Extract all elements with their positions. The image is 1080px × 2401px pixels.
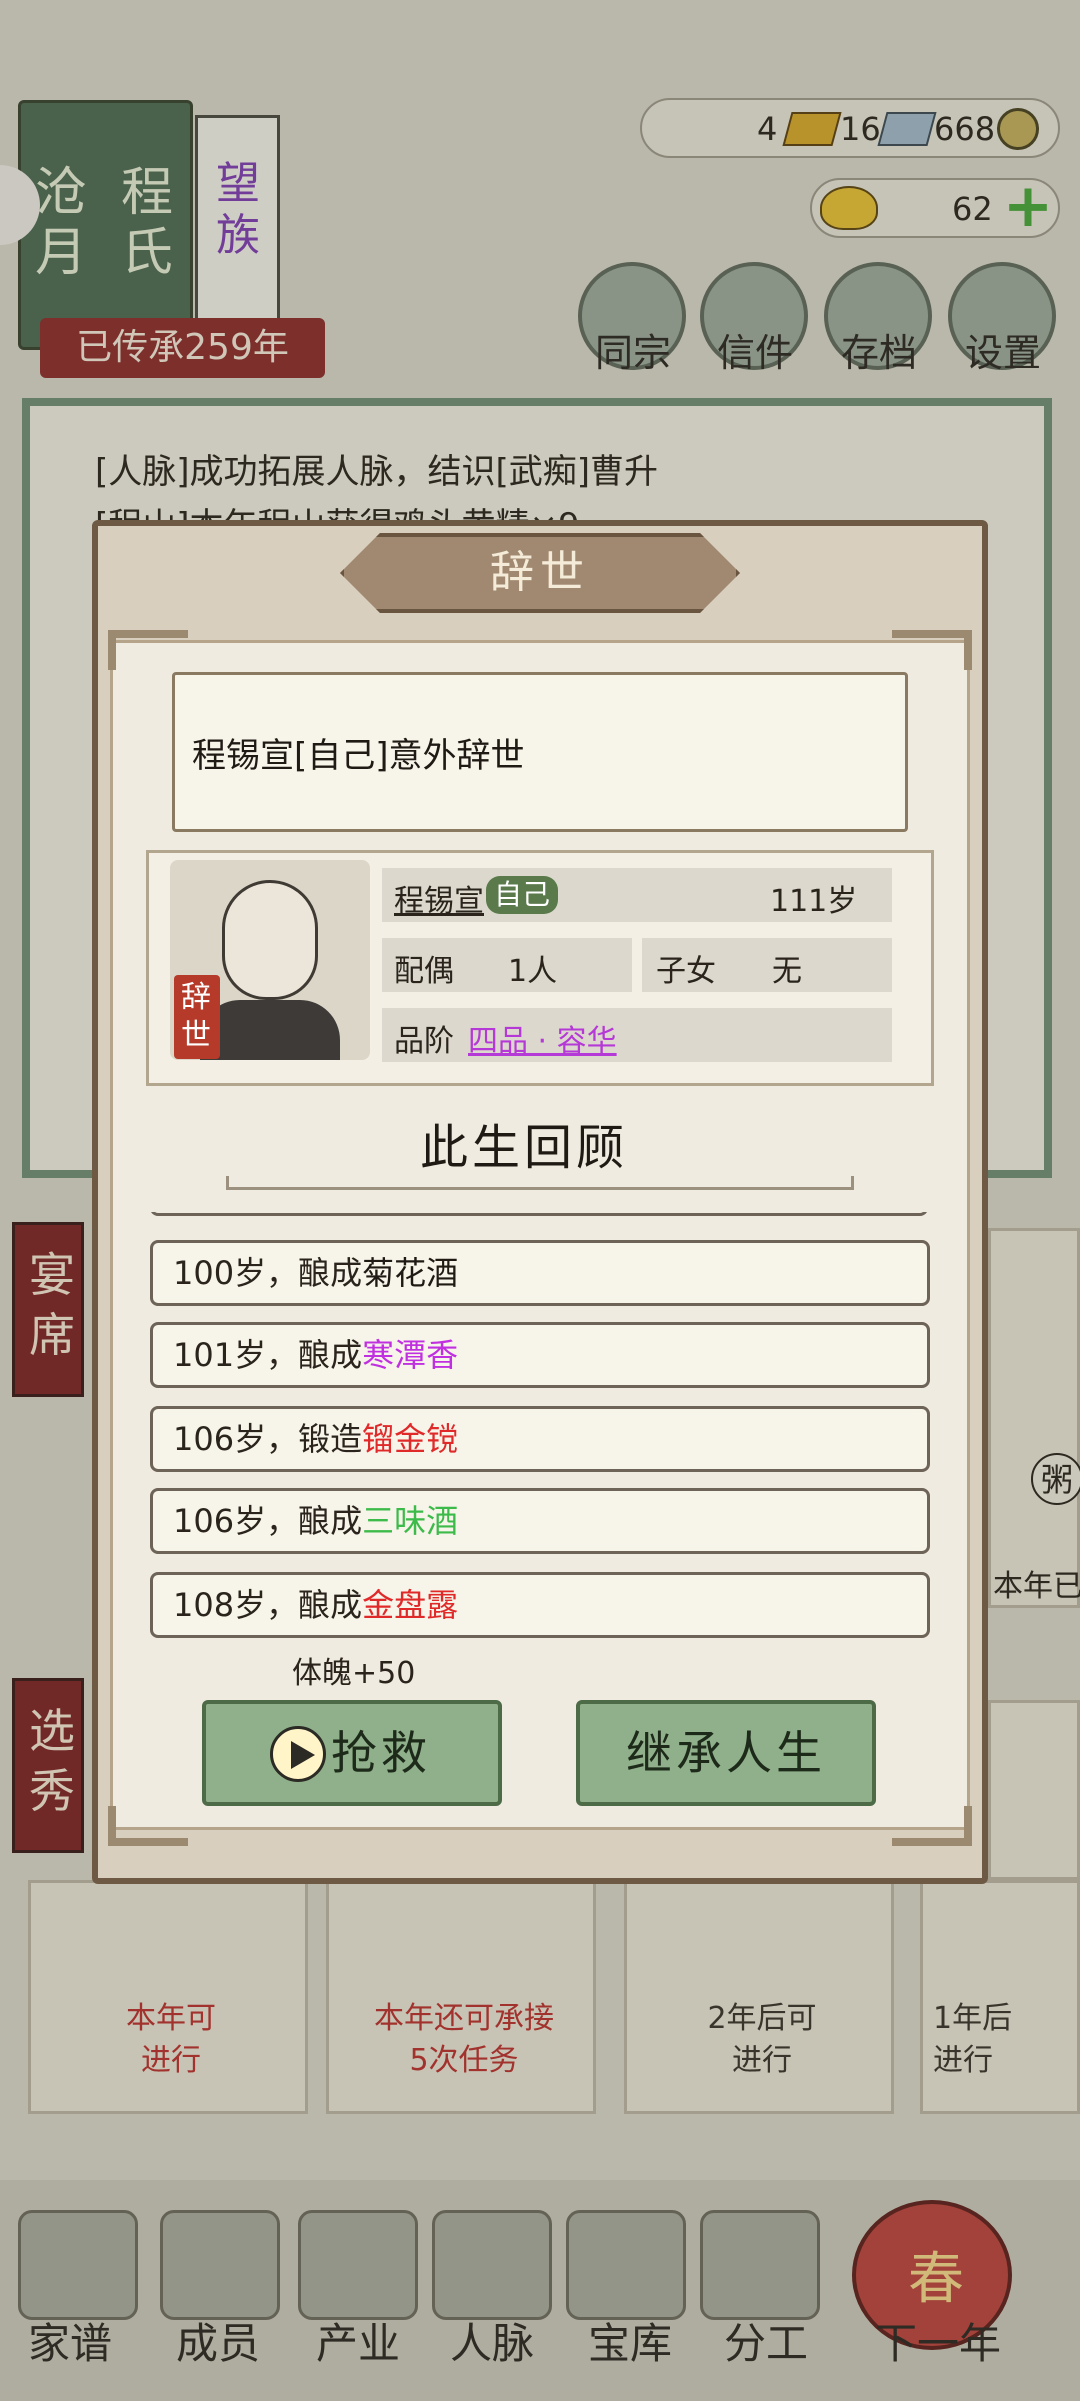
- event-item-name: 镏金镋: [362, 1420, 459, 1458]
- spouse-label: 配偶: [394, 954, 454, 989]
- self-badge: 自己: [486, 876, 559, 914]
- rescue-button[interactable]: 抢救: [202, 1700, 502, 1806]
- rank-row: [382, 1008, 892, 1062]
- dialog-title: 辞世: [490, 547, 590, 598]
- review-divider: [226, 1176, 854, 1190]
- life-review-title: 此生回顾: [420, 1120, 629, 1176]
- profile-name: 程锡宣: [394, 884, 484, 919]
- bonus-text: 体魄+50: [292, 1656, 416, 1691]
- event-action: ，酿成: [266, 1586, 363, 1624]
- life-event-item: 100岁，酿成菊花酒: [150, 1240, 930, 1306]
- rank-label: 品阶: [394, 1024, 454, 1059]
- inherit-life-button[interactable]: 继承人生: [576, 1700, 876, 1806]
- rank-value-link[interactable]: 四品 · 容华: [468, 1016, 617, 1060]
- deceased-tag: 辞世: [174, 975, 220, 1059]
- list-top-edge: [150, 1212, 928, 1216]
- frame-corner-bl: [108, 1806, 188, 1846]
- event-age: 106岁: [173, 1420, 267, 1458]
- portrait-head: [222, 880, 318, 1000]
- death-notice-text: 程锡宣[自己]意外辞世: [192, 736, 525, 776]
- event-age: 106岁: [173, 1502, 267, 1540]
- event-age: 101岁: [173, 1336, 267, 1374]
- life-event-item: 108岁，酿成金盘露: [150, 1572, 930, 1638]
- life-event-list[interactable]: 100岁，酿成菊花酒 101岁，酿成寒潭香 106岁，锻造镏金镋 106岁，酿成…: [148, 1212, 932, 1642]
- frame-corner-br: [892, 1806, 972, 1846]
- event-age: 100岁: [173, 1254, 267, 1292]
- frame-corner-tr: [892, 630, 972, 670]
- frame-corner-tl: [108, 630, 188, 670]
- profile-age: 111岁: [770, 884, 858, 919]
- life-event-item: 106岁，酿成三味酒: [150, 1488, 930, 1554]
- deceased-tag-label: 辞世: [181, 980, 211, 1053]
- event-action: ，酿成: [266, 1254, 363, 1292]
- event-age: 108岁: [173, 1586, 267, 1624]
- life-event-item: 106岁，锻造镏金镋: [150, 1406, 930, 1472]
- event-item-name: 寒潭香: [362, 1336, 459, 1374]
- children-label: 子女: [656, 954, 716, 989]
- spouse-value: 1人: [508, 954, 558, 989]
- children-value: 无: [772, 954, 802, 989]
- event-item-name: 金盘露: [362, 1586, 459, 1624]
- event-action: ，酿成: [266, 1336, 363, 1374]
- event-action: ，酿成: [266, 1502, 363, 1540]
- life-event-item: 101岁，酿成寒潭香: [150, 1322, 930, 1388]
- portrait-body: [200, 1000, 340, 1060]
- event-item-name: 菊花酒: [362, 1254, 459, 1292]
- event-item-name: 三味酒: [362, 1502, 459, 1540]
- rescue-button-label: 抢救: [331, 1726, 431, 1780]
- event-action: ，锻造: [266, 1420, 363, 1458]
